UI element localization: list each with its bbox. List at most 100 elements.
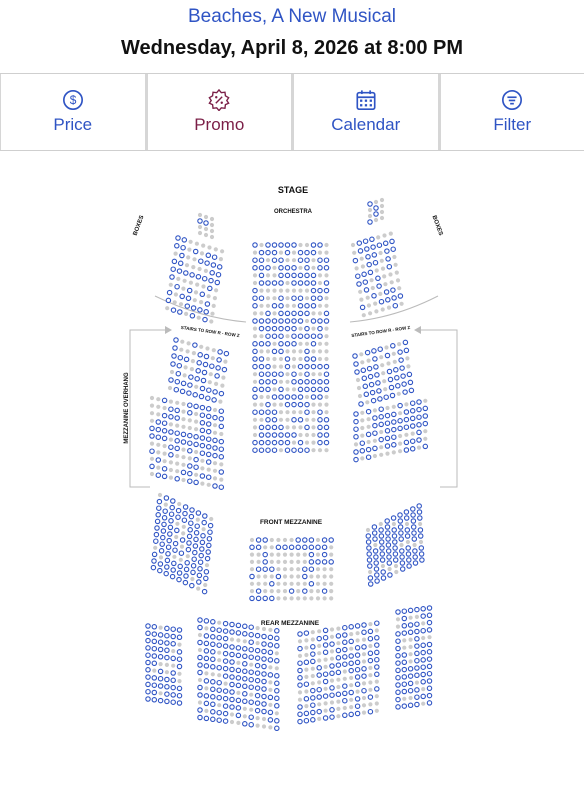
seat[interactable]: [426, 685, 433, 692]
seat[interactable]: [395, 631, 401, 637]
seat[interactable]: [278, 341, 284, 347]
seat[interactable]: [420, 606, 426, 612]
seat[interactable]: [414, 650, 420, 657]
seat[interactable]: [193, 530, 200, 536]
seat[interactable]: [372, 430, 378, 436]
seat[interactable]: [262, 537, 268, 543]
seat[interactable]: [401, 652, 408, 658]
seat[interactable]: [222, 635, 229, 642]
seat[interactable]: [229, 629, 235, 635]
seat[interactable]: [223, 350, 230, 357]
seat[interactable]: [261, 693, 267, 700]
seat[interactable]: [359, 440, 366, 446]
seat[interactable]: [193, 434, 199, 440]
seat[interactable]: [242, 661, 248, 667]
seat[interactable]: [255, 544, 262, 551]
seat[interactable]: [151, 697, 158, 703]
seat[interactable]: [197, 714, 203, 721]
seat[interactable]: [145, 667, 151, 673]
seat[interactable]: [192, 342, 198, 348]
seat[interactable]: [197, 692, 203, 698]
seat[interactable]: [395, 653, 401, 659]
seat[interactable]: [204, 555, 211, 562]
seat[interactable]: [379, 557, 386, 563]
seat[interactable]: [304, 325, 310, 332]
seat[interactable]: [210, 619, 216, 625]
seat[interactable]: [317, 379, 323, 385]
seat[interactable]: [174, 283, 180, 290]
seat[interactable]: [297, 394, 304, 400]
seat[interactable]: [180, 380, 187, 387]
seat[interactable]: [422, 443, 429, 450]
seat[interactable]: [168, 377, 174, 383]
seat[interactable]: [176, 700, 183, 706]
seat[interactable]: [401, 630, 408, 636]
seat[interactable]: [271, 409, 278, 415]
seat[interactable]: [174, 415, 180, 421]
seat[interactable]: [378, 298, 385, 305]
seat[interactable]: [216, 642, 222, 648]
seat[interactable]: [258, 409, 265, 415]
seat[interactable]: [199, 450, 206, 456]
seat[interactable]: [216, 627, 222, 633]
seat[interactable]: [150, 564, 157, 571]
seat[interactable]: [157, 683, 164, 689]
seat[interactable]: [366, 551, 372, 557]
seat[interactable]: [210, 709, 216, 715]
seat[interactable]: [168, 444, 174, 450]
seat[interactable]: [235, 667, 242, 674]
seat[interactable]: [195, 274, 202, 280]
seat[interactable]: [365, 446, 372, 453]
seat[interactable]: [385, 542, 392, 548]
seat[interactable]: [384, 524, 391, 530]
seat[interactable]: [199, 546, 205, 552]
seat[interactable]: [383, 289, 390, 295]
seat[interactable]: [170, 307, 177, 313]
seat[interactable]: [323, 379, 330, 385]
seat[interactable]: [200, 533, 206, 539]
seat[interactable]: [291, 265, 297, 271]
seat[interactable]: [323, 371, 330, 377]
seat[interactable]: [193, 441, 199, 448]
seat[interactable]: [274, 680, 280, 687]
seat[interactable]: [267, 717, 274, 723]
seat[interactable]: [284, 325, 291, 332]
seat[interactable]: [361, 629, 367, 636]
seat[interactable]: [271, 333, 278, 339]
seat[interactable]: [323, 432, 330, 438]
seat[interactable]: [242, 668, 248, 675]
seat[interactable]: [397, 349, 403, 355]
seat[interactable]: [203, 309, 209, 315]
seat[interactable]: [426, 649, 433, 655]
seat[interactable]: [178, 550, 185, 556]
seat[interactable]: [185, 546, 192, 553]
seat[interactable]: [265, 386, 271, 393]
seat[interactable]: [372, 536, 378, 542]
seat[interactable]: [317, 295, 323, 301]
seat[interactable]: [216, 679, 222, 686]
seat[interactable]: [316, 694, 322, 700]
seat[interactable]: [169, 573, 176, 580]
seat[interactable]: [405, 551, 412, 557]
seat[interactable]: [329, 685, 335, 691]
seat[interactable]: [371, 524, 378, 530]
seat[interactable]: [374, 649, 380, 656]
seat[interactable]: [348, 667, 354, 674]
seat[interactable]: [199, 404, 206, 411]
seat[interactable]: [274, 703, 280, 709]
seat[interactable]: [404, 533, 411, 539]
seat[interactable]: [329, 692, 335, 698]
seat[interactable]: [164, 564, 170, 570]
seat[interactable]: [397, 518, 404, 524]
seat[interactable]: [353, 434, 359, 440]
seat[interactable]: [216, 687, 222, 693]
seat[interactable]: [267, 642, 274, 648]
seat[interactable]: [182, 510, 188, 517]
seat[interactable]: [210, 686, 216, 693]
seat[interactable]: [180, 431, 187, 438]
seat[interactable]: [356, 240, 363, 246]
seat[interactable]: [216, 694, 222, 701]
seat[interactable]: [304, 272, 310, 279]
seat[interactable]: [242, 623, 248, 630]
seat[interactable]: [374, 686, 380, 692]
